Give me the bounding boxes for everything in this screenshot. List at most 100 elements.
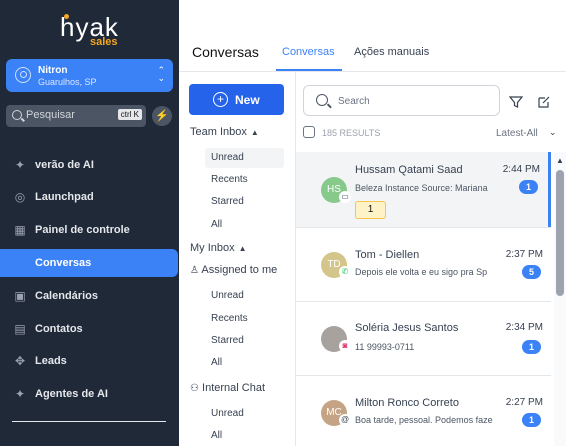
dashboard-icon: ▦ (14, 223, 26, 237)
conversation-row[interactable]: ◙ Soléria Jesus Santos 11 99993-0711 2:3… (296, 302, 551, 376)
user-plus-icon: ♙ (190, 265, 199, 276)
assigned-all[interactable]: All (211, 357, 222, 368)
email-icon: @ (339, 414, 351, 426)
chevron-down-icon: ⌄ (549, 127, 557, 137)
timestamp: 2:44 PM (502, 164, 540, 175)
location-pin-icon (15, 67, 31, 83)
assigned-header[interactable]: ♙ Assigned to me (190, 264, 277, 276)
assigned-starred[interactable]: Starred (211, 335, 244, 346)
tab-acoes-manuais[interactable]: Ações manuais (354, 46, 429, 58)
nav-item-contatos[interactable]: ▤ Contatos (0, 315, 179, 343)
brand-logo: hyak sales (60, 12, 130, 48)
nav-item-verao-de-ai[interactable]: ✦ verão de AI (0, 151, 179, 179)
team-starred[interactable]: Starred (211, 196, 244, 207)
location-name: Nitron (38, 65, 68, 76)
calendar-icon: ▣ (14, 289, 26, 303)
my-inbox-header[interactable]: My Inbox ▲ (190, 242, 247, 254)
conversation-search[interactable]: Search (303, 85, 500, 116)
contact-name: Milton Ronco Correto (355, 397, 459, 409)
nav-label: Painel de controle (35, 224, 130, 236)
contact-name: Hussam Qatami Saad (355, 164, 463, 176)
nav-item-painel[interactable]: ▦ Painel de controle (0, 216, 179, 244)
sidebar-search[interactable]: Pesquisar ctrl K (6, 105, 146, 127)
unread-count-badge: 1 (522, 413, 541, 427)
nav-item-agentes[interactable]: ✦ Agentes de AI (0, 380, 179, 408)
chevron-up-icon: ▲ (238, 244, 247, 253)
nav-label: verão de AI (35, 159, 94, 171)
assigned-unread[interactable]: Unread (211, 290, 244, 301)
compose-icon[interactable] (537, 95, 551, 109)
location-switcher[interactable]: Nitron Guarulhos, SP ⌃ ⌄ (6, 59, 173, 92)
last-message: Beleza Instance Source: Mariana (355, 183, 488, 193)
internal-chat-header[interactable]: ⚇ Internal Chat (190, 382, 265, 394)
nav-label: Leads (35, 355, 67, 367)
nav-item-calendarios[interactable]: ▣ Calendários (0, 282, 179, 310)
leads-icon: ✥ (14, 354, 26, 368)
search-placeholder: Pesquisar (26, 109, 75, 121)
sidebar: hyak sales Nitron Guarulhos, SP ⌃ ⌄ Pesqu… (0, 0, 179, 446)
nav-label: Launchpad (35, 191, 94, 203)
search-icon (12, 110, 22, 120)
select-all-checkbox[interactable] (303, 126, 315, 138)
plus-icon: + (213, 92, 228, 107)
sort-select[interactable]: Latest-All (496, 128, 538, 139)
scroll-up-icon: ▲ (556, 156, 564, 165)
timestamp: 2:34 PM (505, 322, 543, 333)
chevron-up-icon: ▲ (250, 128, 259, 137)
internal-all[interactable]: All (211, 430, 222, 441)
team-inbox-label: Team Inbox (190, 126, 247, 138)
team-inbox-header[interactable]: Team Inbox ▲ (190, 126, 259, 138)
nav-label: Conversas (35, 257, 92, 269)
contact-name: Soléria Jesus Santos (355, 322, 459, 334)
network-icon: ⚇ (190, 383, 199, 394)
nav-label: Contatos (35, 323, 83, 335)
conversation-row[interactable]: TD ✆ Tom - Diellen Depois ele volta e eu… (296, 228, 551, 302)
search-placeholder: Search (338, 96, 370, 107)
search-shortcut: ctrl K (117, 109, 142, 120)
internal-chat-label: Internal Chat (202, 382, 266, 394)
unread-count-badge: 1 (519, 180, 538, 194)
filter-icon[interactable] (509, 95, 523, 109)
nav-item-leads[interactable]: ✥ Leads (0, 347, 179, 375)
chat-channel-icon: ▭ (339, 191, 351, 203)
nav-label: Agentes de AI (35, 388, 108, 400)
my-inbox-label: My Inbox (190, 242, 235, 254)
new-label: New (235, 93, 260, 107)
sidebar-divider (12, 421, 166, 422)
app: hyak sales Nitron Guarulhos, SP ⌃ ⌄ Pesqu… (0, 0, 566, 446)
contacts-icon: ▤ (14, 322, 26, 336)
results-count: 185 RESULTS (322, 128, 381, 138)
sparkle-icon: ✦ (14, 158, 26, 172)
nav-item-conversas[interactable]: Conversas (0, 249, 178, 277)
rocket-icon: ◎ (14, 190, 26, 204)
sparkle-icon: ✦ (14, 387, 26, 401)
unread-count-badge: 1 (522, 340, 541, 354)
whatsapp-icon: ✆ (339, 266, 351, 278)
header-divider (179, 71, 566, 72)
nav-label: Calendários (35, 290, 98, 302)
nav-item-launchpad[interactable]: ◎ Launchpad (0, 183, 179, 211)
team-recents[interactable]: Recents (211, 174, 248, 185)
internal-unread[interactable]: Unread (211, 408, 244, 419)
conversation-scrollbar[interactable]: ▲ (554, 152, 566, 446)
scrollbar-thumb[interactable] (556, 170, 564, 296)
search-icon (316, 94, 328, 106)
timestamp: 2:37 PM (505, 249, 543, 260)
tag-badge: 1 (355, 201, 386, 219)
page-title: Conversas (192, 44, 259, 60)
location-city: Guarulhos, SP (38, 77, 97, 87)
chevron-updown-icon: ⌃ ⌄ (157, 65, 165, 83)
last-message: 11 99993-0711 (355, 342, 415, 352)
assigned-label: Assigned to me (201, 264, 278, 276)
logo-sub: sales (90, 36, 118, 48)
new-conversation-button[interactable]: + New (189, 84, 284, 115)
bolt-icon[interactable]: ⚡ (152, 106, 172, 126)
team-unread[interactable]: Unread (205, 148, 284, 168)
team-all[interactable]: All (211, 219, 222, 230)
assigned-recents[interactable]: Recents (211, 313, 248, 324)
timestamp: 2:27 PM (505, 397, 543, 408)
conversation-row[interactable]: MC @ Milton Ronco Correto Boa tarde, pes… (296, 376, 551, 446)
tab-conversas[interactable]: Conversas (282, 46, 335, 58)
conversation-row[interactable]: HS ▭ Hussam Qatami Saad Beleza Instance … (296, 152, 551, 228)
chat-icon (13, 256, 27, 270)
